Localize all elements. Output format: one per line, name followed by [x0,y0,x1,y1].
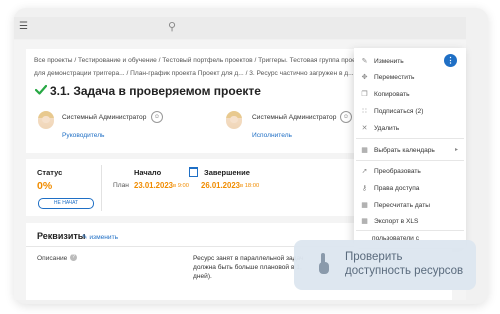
user-settings-icon[interactable]: ☺ [151,111,163,123]
calendar-icon: ▦ [361,147,368,154]
recalc-icon: ▦ [361,202,368,209]
start-label: Начало [134,168,162,177]
breadcrumb-line2[interactable]: для демонстрации триггера... / План-граф… [34,70,354,77]
user-settings-icon[interactable]: ☺ [340,111,352,123]
menu-item-recalc[interactable]: ▦ Пересчитать даты [360,201,430,209]
callout-line1: Проверить [345,251,403,263]
requisites-edit-link[interactable]: ✎ изменить [82,233,118,241]
menu-item-label: Переместить [374,74,415,81]
divider [356,160,464,161]
copy-icon: ❐ [361,91,368,98]
menu-item-label: Удалить [374,125,400,132]
menu-item-label: Подписаться (2) [374,108,424,115]
calendar-icon[interactable] [189,167,198,177]
search-icon[interactable]: ⚲ [168,20,176,33]
executor-role: Исполнитель [252,132,292,139]
requisites-edit-label: изменить [89,234,119,241]
menu-item-label: Права доступа [374,185,420,192]
start-date[interactable]: 23.01.2023 [134,181,173,190]
menu-item-label: Изменить [374,58,404,65]
avatar [226,111,242,129]
divider [356,230,464,231]
menu-toggle-icon[interactable]: ☰ [19,21,28,32]
table-icon: ▦ [361,218,368,225]
chevron-right-icon: ▸ [455,147,459,153]
check-icon [35,84,47,95]
menu-item-convert[interactable]: ➚ Преобразовать [360,167,421,175]
plan-label: План [113,182,129,189]
executor-name[interactable]: Системный Администратор [252,114,336,121]
hand-pointer-icon [319,253,329,274]
callout-line2: доступность ресурсов [345,265,464,277]
menu-item-label: Экспорт в XLS [374,218,419,225]
menu-item-export[interactable]: ▦ Экспорт в XLS [360,217,418,225]
menu-item-edit[interactable]: ✎ Изменить [360,57,404,65]
convert-icon: ➚ [361,168,368,175]
menu-item-label: Копировать [374,91,410,98]
divider [101,165,102,211]
status-progress: 0% [37,180,53,192]
divider [356,138,464,139]
start-time: в 9:00 [173,183,189,189]
task-title: 3.1. Задача в проверяемом проекте [50,84,261,98]
menu-item-access[interactable]: ⚷ Права доступа [360,184,420,192]
rss-icon: ∷ [362,108,367,115]
move-icon: ✥ [361,74,368,81]
more-icon[interactable]: ⋮ [444,54,457,67]
manager-name[interactable]: Системный Администратор [62,114,146,121]
end-time: в 18:00 [240,183,260,189]
description-line: дней). [193,273,212,280]
close-icon: ✕ [361,125,368,132]
menu-item-calendar[interactable]: ▦ Выбрать календарь [360,146,435,154]
avatar [38,111,54,129]
manager-role: Руководитель [62,132,105,139]
description-label: Описание [37,255,68,262]
pencil-icon: ✎ [361,58,368,65]
menu-item-copy[interactable]: ❐ Копировать [360,90,410,98]
requisites-title: Реквизиты [37,231,86,241]
menu-item-subscribe[interactable]: ∷ Подписаться (2) [360,107,423,115]
key-icon: ⚷ [361,185,368,192]
top-toolbar: ☰ ⚲ [14,17,466,39]
end-date[interactable]: 26.01.2023 [201,181,240,190]
menu-item-label: Преобразовать [374,168,421,175]
info-icon[interactable]: ? [70,254,77,261]
menu-item-delete[interactable]: ✕ Удалить [360,124,400,132]
status-badge[interactable]: НЕ НАЧАТ [38,198,94,209]
menu-item-label: Пересчитать даты [374,202,430,209]
description-line: должна быть больше плановой в 1, [193,264,302,271]
status-label: Статус [37,168,63,177]
description-line: Ресурс занят в параллельной задач [193,255,304,262]
end-label: Завершение [204,168,250,177]
menu-item-move[interactable]: ✥ Переместить [360,73,415,81]
menu-item-label: Выбрать календарь [374,147,435,154]
